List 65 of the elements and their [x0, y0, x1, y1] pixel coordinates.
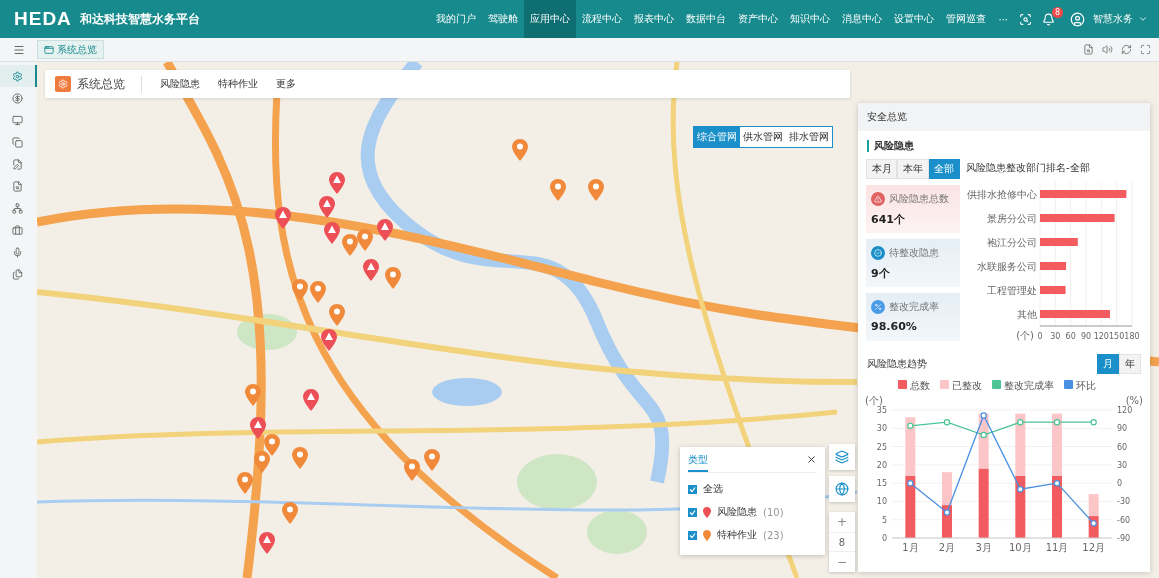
legend-item: 已整改 [940, 379, 982, 391]
tick-label: 5 [881, 515, 887, 525]
axis-unit: (个) [1016, 330, 1034, 341]
count: (23) [763, 529, 784, 541]
stat-label: 待整改隐患 [889, 246, 939, 260]
stat-value: 641个 [871, 212, 906, 227]
axis-unit: (%) [1125, 395, 1143, 406]
tick-label: 15 [876, 479, 887, 489]
legend-label: 已整改 [952, 379, 982, 391]
legend-item: 总数 [898, 379, 930, 391]
checkbox-label: 全选 [703, 482, 723, 496]
axis-label: 1月 [902, 542, 919, 553]
stat-value: 98.60% [871, 320, 918, 333]
checkbox-label: 风险隐患 [717, 505, 757, 519]
logo: HEDA [14, 8, 72, 30]
legend-label: 总数 [909, 379, 930, 391]
app-title: 和达科技智慧水务平台 [79, 10, 200, 28]
stat-label: 风险隐患总数 [889, 192, 949, 206]
axis-label: 3月 [975, 542, 992, 553]
axis-label: 工程管理处 [987, 285, 1037, 296]
legend-label: 整改完成率 [1004, 379, 1054, 391]
tick-label: 35 [876, 406, 887, 415]
axis-label: 12月 [1082, 542, 1106, 553]
count: (10) [763, 506, 784, 518]
tick-label: 0 [881, 534, 887, 543]
chart-title: 风险隐患整改部门排名-全部 [966, 161, 1091, 175]
overview-title: 系统总览 [77, 75, 142, 93]
tick-label: -60 [1117, 515, 1131, 525]
axis-label: 10月 [1008, 542, 1032, 553]
axis-label: 袍江分公司 [987, 237, 1037, 248]
tick-label: 60 [1065, 332, 1076, 341]
panel-title: 安全总览 [858, 103, 1150, 131]
legend-label: 环比 [1076, 379, 1096, 391]
tick-label: 150 [1109, 332, 1125, 341]
tick-label: 25 [876, 442, 887, 452]
tick-label: 20 [876, 460, 887, 470]
tick-label: 120 [1093, 332, 1109, 341]
tick-label: 30 [876, 424, 887, 434]
tick-label: 30 [1050, 332, 1061, 341]
axis-label: 11月 [1045, 542, 1069, 553]
legend-item: 环比 [1064, 379, 1096, 391]
axis-label: 水联服务公司 [977, 261, 1037, 272]
chart-title: 风险隐患趋势 [867, 357, 927, 371]
tick-label: 30 [1117, 460, 1128, 470]
axis-label: 景房分公司 [987, 213, 1037, 224]
stat-value: 9个 [871, 266, 891, 281]
tick-label: 60 [1117, 442, 1128, 452]
axis-label: 其他 [1017, 309, 1037, 320]
checkbox-label: 特种作业 [717, 528, 757, 542]
section-title: 风险隐患 [867, 140, 1141, 152]
tick-label: -90 [1117, 534, 1131, 543]
legend-item: 整改完成率 [992, 379, 1054, 391]
tick-label: -30 [1117, 497, 1131, 507]
tick-label: 90 [1080, 332, 1092, 341]
axis-unit: (个) [865, 395, 883, 406]
tick-label: 90 [1117, 424, 1128, 434]
tick-label: 180 [1124, 332, 1140, 341]
axis-label: 2月 [938, 542, 956, 553]
stat-label: 整改完成率 [889, 300, 939, 314]
tick-label: 10 [876, 497, 887, 507]
tick-label: 0 [1037, 332, 1043, 341]
notification-badge: 8 [1052, 6, 1064, 18]
tick-label: 120 [1117, 406, 1133, 415]
axis-label: 供排水抢修中心 [967, 189, 1037, 200]
tick-label: 0 [1117, 479, 1123, 489]
